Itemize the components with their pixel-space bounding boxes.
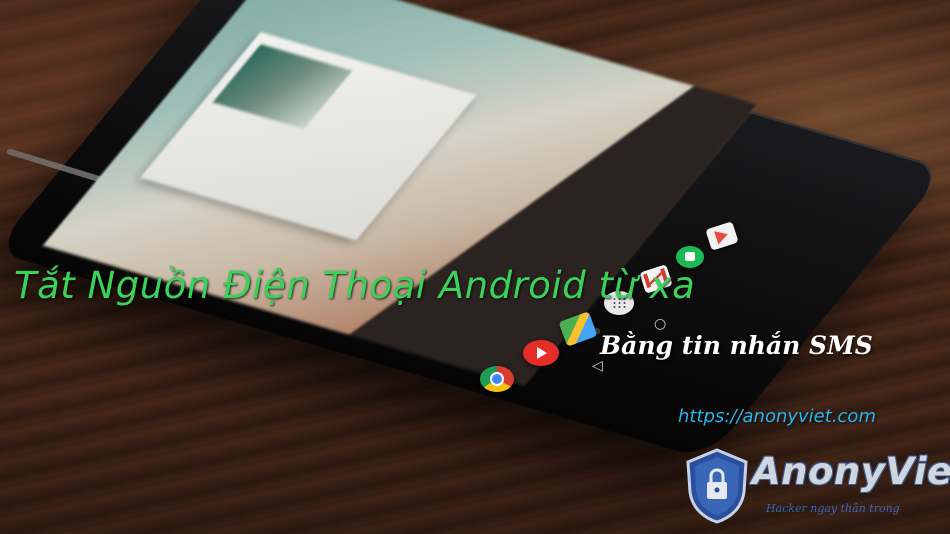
- anonyviet-logo: AnonyViet Hacker ngay thân trong: [684, 448, 950, 530]
- photo-background: ◁ ○ Tắt Nguồn Điện Thoại Android từ xa B…: [0, 0, 950, 534]
- logo-wordmark: AnonyViet: [752, 450, 950, 493]
- back-icon[interactable]: ◁: [592, 358, 603, 374]
- youtube-icon[interactable]: [523, 340, 559, 366]
- logo-tagline: Hacker ngay thân trong: [766, 502, 900, 515]
- headline-subtitle: Bằng tin nhắn SMS: [600, 331, 873, 360]
- headline-title: Tắt Nguồn Điện Thoại Android từ xa: [14, 264, 696, 307]
- home-icon[interactable]: ○: [654, 316, 666, 332]
- shield-lock-icon: [686, 448, 748, 524]
- chrome-icon[interactable]: [480, 366, 514, 392]
- screen-card-image: [212, 44, 353, 129]
- website-link[interactable]: https://anonyviet.com: [678, 406, 876, 427]
